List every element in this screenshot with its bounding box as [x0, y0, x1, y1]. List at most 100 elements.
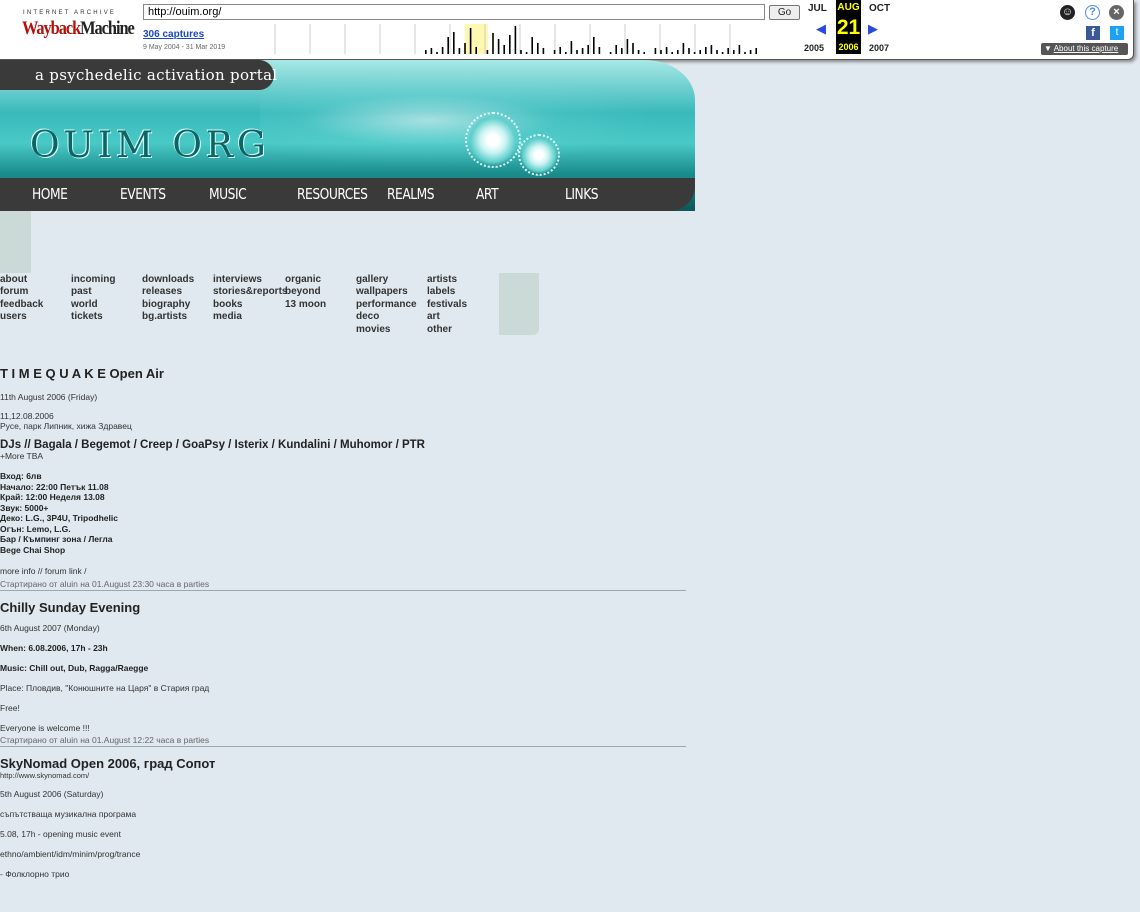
prev-year-link[interactable]: 2005 [804, 43, 824, 53]
post-meta: Стартирано от aluin на 01.August 23:30 ч… [0, 579, 210, 589]
menu-link-labels[interactable]: labels [427, 286, 467, 298]
info-entry: Вход: 6лв [0, 471, 42, 481]
post-welcome: Everyone is welcome !!! [0, 723, 90, 733]
sparkline-bar [453, 32, 455, 54]
post-url[interactable]: http://www.skynomad.com/ [0, 771, 690, 780]
menu-column-links: artists labels festivals art other [427, 274, 467, 336]
menu-link-users[interactable]: users [0, 311, 43, 323]
info-fire: Огън: Lemo, L.G. [0, 523, 71, 534]
sparkline-bar [430, 48, 433, 54]
nav-resources[interactable]: RESOURCES [297, 185, 368, 203]
menu-link-incoming[interactable]: incoming [71, 274, 115, 286]
menu-link-artists[interactable]: artists [427, 274, 467, 286]
sparkline-bar [570, 41, 573, 54]
nav-links[interactable]: LINKS [565, 185, 599, 203]
menu-link-bg-artists[interactable]: bg.artists [142, 311, 194, 323]
sparkline-bar [486, 50, 489, 54]
prev-month-link[interactable]: JUL [808, 3, 827, 14]
site-logo[interactable]: OUIM ORG [30, 125, 270, 166]
captures-link[interactable]: 306 captures [143, 29, 204, 40]
sparkline-bar [693, 52, 696, 54]
wayback-url-input[interactable] [143, 4, 765, 20]
prev-capture-arrow-icon[interactable]: ◀ [816, 21, 826, 37]
menu-link-wallpapers[interactable]: wallpapers [356, 286, 417, 298]
post-title[interactable]: SkyNomad Open 2006, град Сопот [0, 756, 690, 771]
menu-link-releases[interactable]: releases [142, 286, 194, 298]
post-title[interactable]: Chilly Sunday Evening [0, 600, 690, 615]
menu-column-events: incoming past world tickets [71, 274, 115, 324]
menu-link-festivals[interactable]: festivals [427, 299, 467, 311]
post-info-block: Вход: 6лв Начало: 22:00 Петък 11.08 Край… [0, 471, 690, 555]
menu-link-downloads[interactable]: downloads [142, 274, 194, 286]
sparkline-bar [587, 45, 589, 54]
post-place: Place: Пловдив, "Конюшните на Царя" в Ст… [0, 683, 210, 693]
menu-link-13-moon[interactable]: 13 moon [285, 299, 326, 311]
post-line: - Фолклорно трио [0, 869, 70, 879]
about-capture-button[interactable]: ▼ About this capture [1041, 43, 1128, 55]
nav-events[interactable]: EVENTS [120, 185, 166, 203]
post-title[interactable]: T I M E Q U A K E Open Air [0, 366, 690, 381]
menu-link-organic[interactable]: organic [285, 274, 326, 286]
sparkline-bar [492, 33, 494, 54]
sparkline-bar [553, 50, 556, 54]
sparkline-bar [447, 37, 449, 54]
menu-link-biography[interactable]: biography [142, 299, 194, 311]
nav-music[interactable]: MUSIC [209, 185, 247, 203]
info-deco: Деко: L.G., 3P4U, Tripodhelic [0, 513, 118, 523]
sparkline-bar [727, 48, 729, 54]
next-month-link[interactable]: OCT [869, 3, 890, 14]
menu-link-past[interactable]: past [71, 286, 115, 298]
sparkline-bar [643, 52, 645, 54]
menu-link-about[interactable]: about [0, 274, 43, 286]
twitter-icon[interactable]: t [1110, 26, 1124, 40]
sparkline-bar [458, 48, 461, 54]
sparkline-bar [436, 52, 438, 54]
nav-home[interactable]: HOME [32, 185, 68, 203]
menu-link-deco[interactable]: deco [356, 311, 417, 323]
menu-link-other[interactable]: other [427, 324, 467, 336]
wayback-go-button[interactable]: Go [769, 5, 800, 20]
next-capture-arrow-icon[interactable]: ▶ [868, 21, 878, 37]
menu-column-portal: about forum feedback users [0, 274, 43, 324]
sparkline-bar [738, 45, 741, 54]
help-icon[interactable]: ? [1085, 5, 1100, 20]
menu-link-books[interactable]: books [213, 299, 287, 311]
next-year-link[interactable]: 2007 [869, 43, 889, 53]
menu-link-performance[interactable]: performance [356, 299, 417, 311]
menu-link-media[interactable]: media [213, 311, 287, 323]
sparkline-bar [593, 37, 595, 54]
nav-art[interactable]: ART [476, 185, 499, 203]
sparkline-bar [660, 50, 662, 54]
close-icon[interactable]: × [1109, 5, 1124, 20]
menu-column-realms: organic beyond 13 moon [285, 274, 326, 311]
menu-link-interviews[interactable]: interviews [213, 274, 287, 286]
nav-realms[interactable]: REALMS [387, 185, 435, 203]
post-links[interactable]: more info // forum link / [0, 566, 690, 576]
wayback-logo[interactable]: WaybackMachine [22, 18, 135, 40]
menu-link-movies[interactable]: movies [356, 324, 417, 336]
sparkline-bar [469, 28, 472, 54]
captures-sparkline[interactable] [240, 24, 765, 54]
menu-link-gallery[interactable]: gallery [356, 274, 417, 286]
menu-link-beyond[interactable]: beyond [285, 286, 326, 298]
menu-link-world[interactable]: world [71, 299, 115, 311]
post-music: Music: Chill out, Dub, Ragga/Raegge [0, 663, 149, 673]
menu-link-stories-reports[interactable]: stories&reports [213, 286, 287, 298]
news-feed: T I M E Q U A K E Open Air 11th August 2… [0, 366, 690, 879]
sparkline-bar [626, 39, 629, 54]
sparkline-bar [525, 52, 528, 54]
menu-link-tickets[interactable]: tickets [71, 311, 115, 323]
menu-link-forum[interactable]: forum [0, 286, 43, 298]
sparkline-bar [654, 48, 657, 54]
facebook-icon[interactable]: f [1086, 26, 1100, 40]
post-line: ethno/ambient/idm/minim/prog/trance [0, 849, 141, 859]
post-line: 5.08, 17h - opening music event [0, 829, 121, 839]
sparkline-bar [682, 43, 685, 54]
info-start: Начало: 22:00 Петък 11.08 [0, 481, 109, 492]
sparkline-bar [559, 47, 561, 54]
sparkline-bar [609, 52, 612, 54]
sparkline-bar [565, 52, 567, 54]
user-icon[interactable]: ☺ [1060, 5, 1075, 20]
menu-link-art[interactable]: art [427, 311, 467, 323]
menu-link-feedback[interactable]: feedback [0, 299, 43, 311]
